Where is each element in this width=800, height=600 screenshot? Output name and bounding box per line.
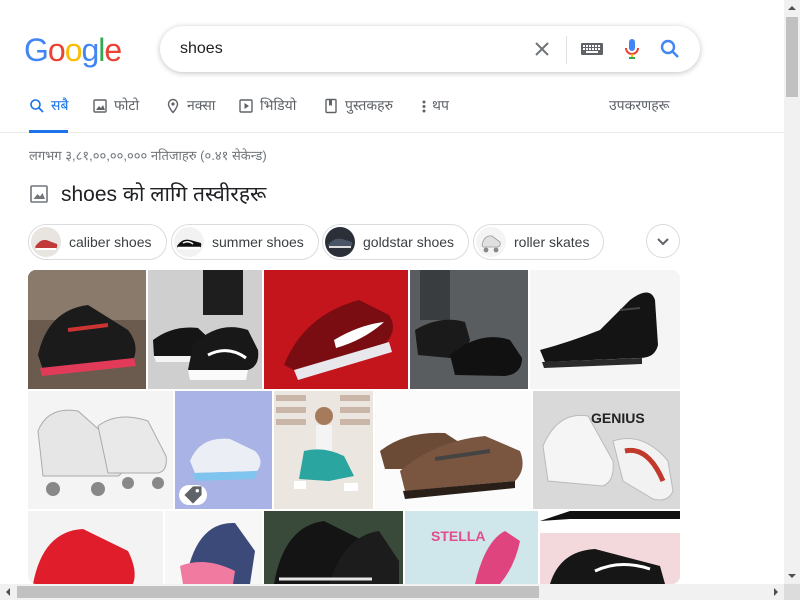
image-icon <box>30 185 48 203</box>
chip-caliber-shoes[interactable]: caliber shoes <box>28 224 167 260</box>
tag-icon <box>184 486 202 504</box>
chip-roller-skates[interactable]: roller skates <box>473 224 605 260</box>
logo-letter: G <box>24 32 49 68</box>
scrollbar-corner <box>784 584 800 600</box>
logo-letter: o <box>64 32 83 68</box>
image-result[interactable] <box>175 391 272 509</box>
book-icon <box>325 98 337 114</box>
image-result[interactable] <box>148 270 262 389</box>
clear-icon[interactable] <box>530 37 554 61</box>
image-result[interactable] <box>28 391 173 509</box>
pink-shoe-stella-image: STELLA <box>405 511 538 584</box>
search-tabs: सबै फोटो नक्सा भिडियो पुस्तकहरु थप उपकरण… <box>0 96 784 133</box>
logo-letter: e <box>104 32 122 68</box>
microphone-icon[interactable] <box>620 37 644 61</box>
search-input[interactable] <box>180 39 510 59</box>
pink-blue-sneaker-image <box>165 511 262 584</box>
black-white-sneaker-image <box>540 511 680 584</box>
vertical-scrollbar[interactable] <box>784 0 800 584</box>
more-vert-icon <box>422 100 426 113</box>
tab-images[interactable]: फोटो <box>92 96 139 132</box>
image-result[interactable] <box>264 511 403 584</box>
search-results-page: Google सबै <box>0 0 784 584</box>
expand-chips-button[interactable] <box>646 224 680 258</box>
scroll-right-arrow-icon[interactable] <box>768 584 784 600</box>
map-pin-icon <box>167 98 179 114</box>
image-result[interactable] <box>165 511 262 584</box>
chip-label: summer shoes <box>212 234 304 250</box>
red-sneaker-image <box>28 511 163 584</box>
image-result[interactable] <box>530 270 680 389</box>
black-sneakers-image <box>264 511 403 584</box>
chip-label: caliber shoes <box>69 234 152 250</box>
image-result[interactable] <box>264 270 408 389</box>
chip-summer-shoes[interactable]: summer shoes <box>171 224 319 260</box>
brown-shoes-image <box>375 391 531 509</box>
chevron-down-icon <box>657 238 669 246</box>
tab-more[interactable]: थप <box>420 96 449 132</box>
tab-maps[interactable]: नक्सा <box>165 96 215 132</box>
video-icon <box>239 99 253 113</box>
scroll-up-arrow-icon[interactable] <box>784 0 800 16</box>
black-oxford-shoe-image <box>530 270 680 389</box>
image-result[interactable] <box>28 270 146 389</box>
tab-label: नक्सा <box>187 97 216 113</box>
images-section-heading[interactable]: shoes को लागि तस्वीरहरू <box>29 180 266 208</box>
horizontal-scrollbar[interactable] <box>0 584 784 600</box>
image-grid: GENIUS STELLA <box>28 270 680 584</box>
image-result[interactable] <box>28 511 163 584</box>
red-nike-sneaker-image <box>264 270 408 389</box>
tab-label: पुस्तकहरु <box>345 97 393 113</box>
chip-thumbnail <box>476 227 506 257</box>
search-box[interactable] <box>160 26 700 72</box>
black-white-sneaker-image <box>148 270 262 389</box>
black-loafer-image <box>410 270 528 389</box>
images-heading-text: shoes को लागि तस्वीरहरू <box>61 183 267 206</box>
chip-thumbnail <box>325 227 355 257</box>
tab-label: फोटो <box>114 97 140 113</box>
image-icon <box>93 99 107 113</box>
result-stats: लगभग ३,८१,००,००,००० नतिजाहरु (०.४१ सेकेन… <box>29 148 267 163</box>
tab-all[interactable]: सबै <box>29 96 69 133</box>
chip-thumbnail <box>174 227 204 257</box>
image-result[interactable]: GENIUS <box>533 391 680 509</box>
white-sneaker-genius-image: GENIUS <box>533 391 680 509</box>
image-result[interactable]: STELLA <box>405 511 538 584</box>
google-logo[interactable]: Google <box>24 32 122 68</box>
image-result[interactable] <box>274 391 373 509</box>
scroll-left-arrow-icon[interactable] <box>0 584 16 600</box>
roller-sneaker-image <box>28 391 173 509</box>
tab-videos[interactable]: भिडियो <box>238 96 296 132</box>
logo-letter: o <box>47 32 66 68</box>
image-result[interactable] <box>410 270 528 389</box>
product-tag-badge <box>179 485 207 505</box>
tab-label: थप <box>432 97 449 113</box>
search-divider <box>566 36 567 64</box>
scroll-down-arrow-icon[interactable] <box>784 568 800 584</box>
tools-button[interactable]: उपकरणहरू <box>609 96 670 115</box>
chip-label: goldstar shoes <box>363 234 455 250</box>
vertical-scroll-thumb[interactable] <box>786 17 798 97</box>
search-icon <box>30 99 44 113</box>
logo-letter: g <box>81 32 99 68</box>
black-red-sneaker-image <box>28 270 146 389</box>
stella-brand-text: STELLA <box>431 528 485 544</box>
image-result[interactable] <box>375 391 531 509</box>
search-icon[interactable] <box>658 37 682 61</box>
tab-label: सबै <box>51 97 69 113</box>
horizontal-scroll-thumb[interactable] <box>17 586 539 598</box>
tab-label: भिडियो <box>260 97 297 113</box>
woman-with-shoes-image <box>274 391 373 509</box>
chip-thumbnail <box>31 227 61 257</box>
image-result[interactable] <box>540 511 680 584</box>
keyboard-icon[interactable] <box>580 39 604 59</box>
genius-brand-text: GENIUS <box>591 410 645 426</box>
tab-books[interactable]: पुस्तकहरु <box>323 96 393 132</box>
chip-goldstar-shoes[interactable]: goldstar shoes <box>322 224 470 260</box>
chip-label: roller skates <box>514 234 590 250</box>
